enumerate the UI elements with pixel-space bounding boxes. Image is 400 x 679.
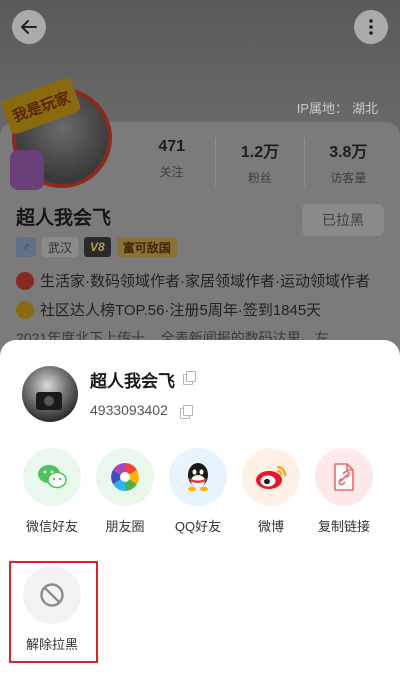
qq-icon: [169, 448, 227, 506]
city-tag: 武汉: [42, 237, 79, 257]
stat-visitors[interactable]: 3.8万 访客量: [303, 138, 392, 186]
profile-stats: 471 关注 1.2万 粉丝 3.8万 访客量: [128, 138, 392, 186]
blocked-button[interactable]: 已拉黑: [302, 204, 384, 236]
share-options: 微信好友 朋友圈 QQ好友 微博 复制链接: [0, 448, 400, 538]
stat-value: 1.2万: [240, 144, 280, 161]
share-label: 复制链接: [317, 519, 370, 534]
share-sheet: 超人我会飞 4933093402 微信好友 朋友圈 QQ好友 微博 复制链接 解…: [0, 340, 400, 679]
share-label: 微博: [257, 519, 284, 534]
stat-value: 471: [158, 138, 186, 155]
author-certification-text: 生活家·数码领域作者·家居领域作者·运动领域作者: [40, 273, 370, 290]
sheet-username: 超人我会飞: [90, 372, 175, 391]
sheet-avatar: [22, 366, 78, 422]
share-qq-button[interactable]: QQ好友: [162, 448, 234, 535]
share-wechat-button[interactable]: 微信好友: [16, 448, 88, 535]
stat-following[interactable]: 471 关注: [128, 138, 215, 186]
unblock-button[interactable]: 解除拉黑: [16, 566, 88, 653]
ban-icon: [23, 566, 81, 624]
share-label: 微信好友: [25, 519, 78, 534]
share-label: QQ好友: [174, 519, 222, 534]
profile-nickname: 超人我会飞: [16, 208, 112, 229]
community-achievements-text: 社区达人榜TOP.56·注册5周年·签到1845天: [40, 302, 322, 319]
share-label: 朋友圈: [105, 519, 145, 534]
share-weibo-button[interactable]: 微博: [235, 448, 307, 535]
avatar-decoration-icon: [10, 150, 44, 190]
community-achievements: 社区达人榜TOP.56·注册5周年·签到1845天: [16, 299, 321, 320]
ip-label: IP属地：: [296, 101, 348, 116]
wechat-icon: [23, 448, 81, 506]
copy-icon[interactable]: [180, 405, 193, 419]
unblock-label: 解除拉黑: [25, 637, 78, 652]
profile-tags: ♂ 武汉 V8 富可敌国: [16, 237, 177, 257]
link-icon: [315, 448, 373, 506]
wealth-badge: 富可敌国: [116, 237, 177, 257]
arrow-left-icon: [21, 20, 37, 34]
moments-icon: [96, 448, 154, 506]
copy-link-button[interactable]: 复制链接: [308, 448, 380, 535]
medal-icon: [16, 300, 34, 319]
sheet-user-id: 4933093402: [90, 402, 168, 418]
stat-label: 粉丝: [247, 171, 272, 185]
stat-label: 访客量: [330, 171, 367, 185]
verified-icon: [16, 271, 34, 290]
weibo-icon: [242, 448, 300, 506]
ip-location: IP属地： 湖北: [293, 98, 378, 117]
ip-value: 湖北: [351, 101, 378, 116]
stat-value: 3.8万: [329, 144, 368, 161]
gender-icon: ♂: [16, 237, 36, 257]
more-vertical-icon: [369, 19, 373, 35]
more-button[interactable]: [354, 10, 388, 44]
copy-icon[interactable]: [183, 371, 196, 385]
share-moments-button[interactable]: 朋友圈: [89, 448, 161, 535]
stat-label: 关注: [159, 165, 184, 179]
back-button[interactable]: [12, 10, 46, 44]
author-certification: 生活家·数码领域作者·家居领域作者·运动领域作者: [16, 270, 370, 291]
level-badge: V8: [84, 237, 111, 257]
stat-fans[interactable]: 1.2万 粉丝: [215, 138, 303, 186]
